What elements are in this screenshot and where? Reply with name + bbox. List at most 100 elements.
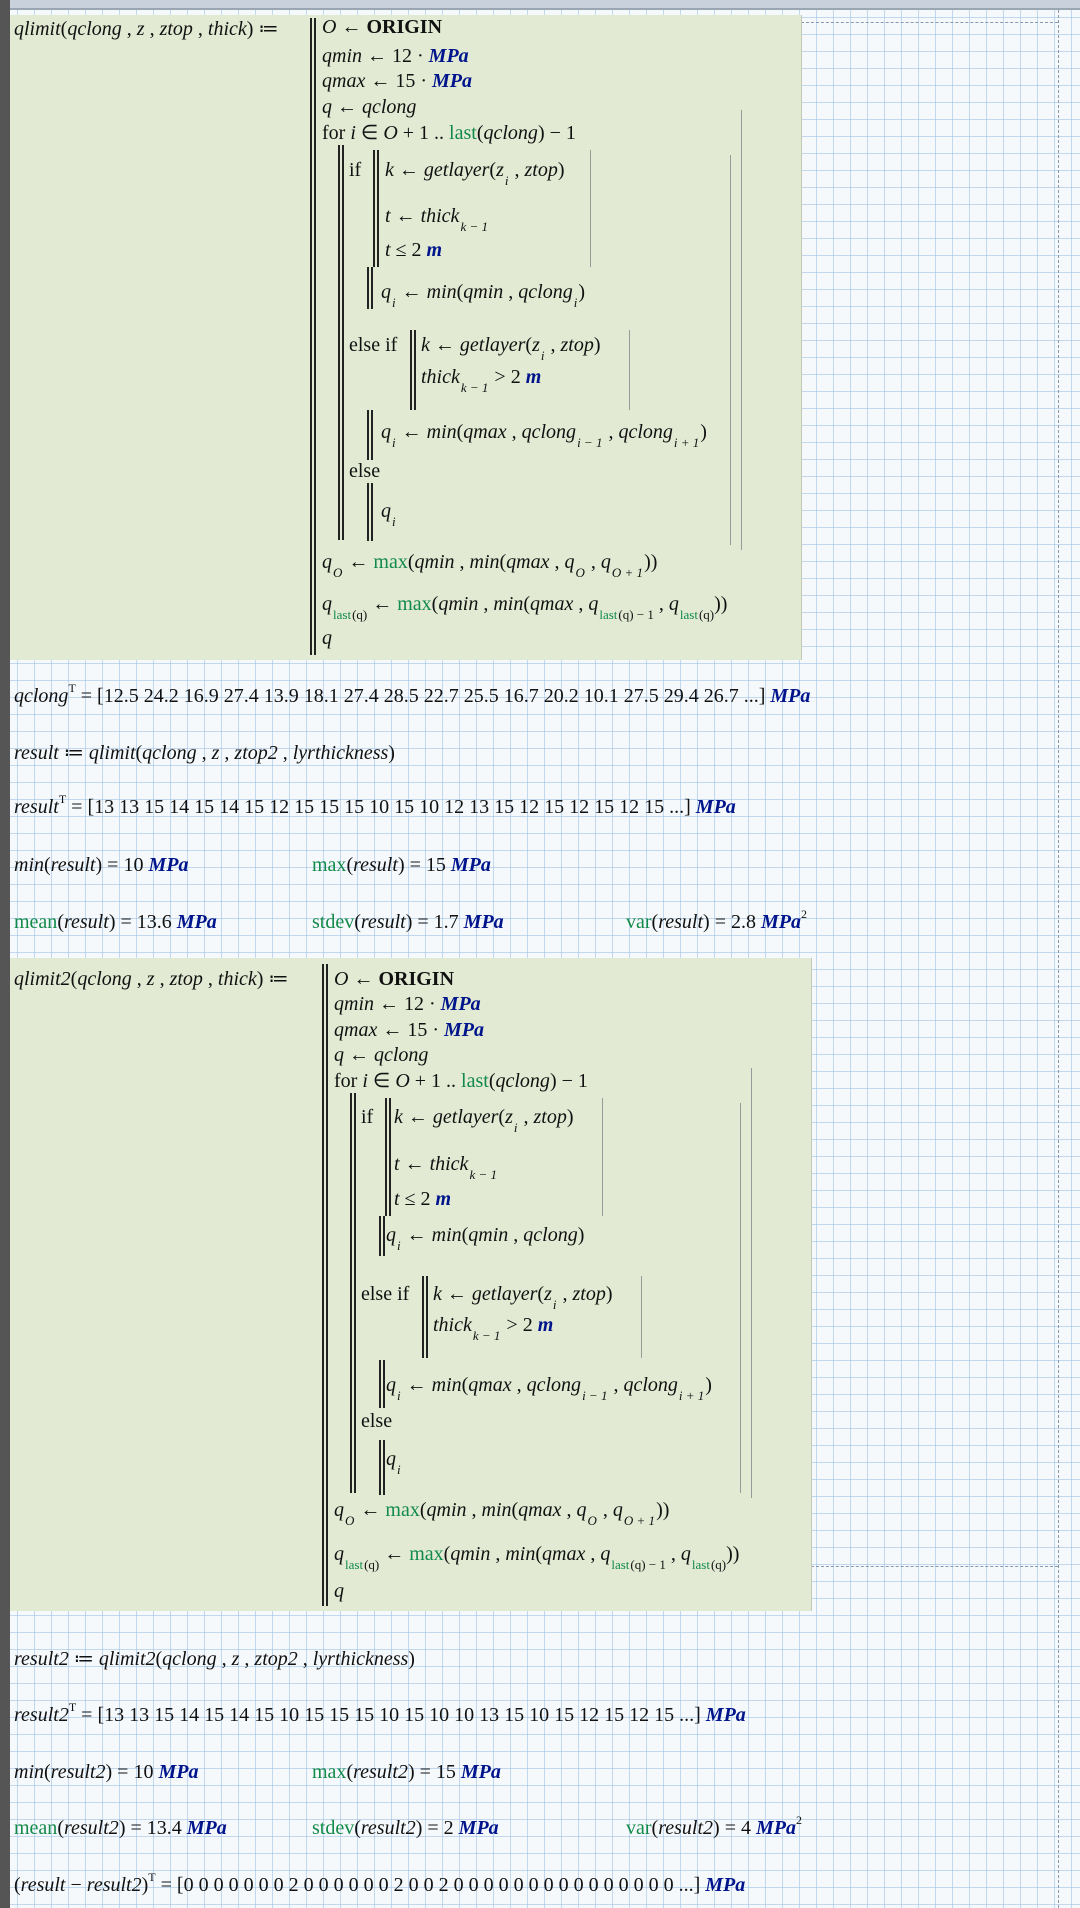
- math-token: ): [557, 159, 565, 181]
- math-token: (q): [352, 607, 368, 622]
- math-token: ,: [561, 1499, 577, 1521]
- result-max-output[interactable]: max(result) = 15 MPa: [312, 852, 491, 878]
- for-loop-line: for i ∈ O + 1 .. last(qclong) − 1: [322, 120, 576, 146]
- math-token: T: [68, 681, 76, 695]
- math-token: )): [656, 1499, 670, 1521]
- math-token: ,: [503, 281, 519, 303]
- math-token: result2: [353, 1761, 408, 1783]
- math-token: result: [20, 1874, 66, 1896]
- math-token: (: [44, 854, 51, 876]
- math-token: O: [345, 1513, 355, 1528]
- math-token: ztop: [159, 18, 193, 40]
- math-token: ) = 1.7: [405, 911, 464, 933]
- builtin-function-name: last: [599, 607, 618, 622]
- math-token: (q): [698, 607, 715, 622]
- math-token: ztop2: [234, 742, 278, 764]
- builtin-function-name: max: [312, 1761, 347, 1783]
- for-bracket-line: [741, 110, 742, 550]
- math-token: q: [381, 500, 391, 522]
- math-token: ,: [585, 551, 601, 573]
- math-token: (: [14, 1874, 21, 1896]
- math-token: i − 1: [577, 435, 603, 450]
- math-token: result2: [50, 1761, 106, 1783]
- math-token: ← 12 ·: [374, 993, 441, 1015]
- difference-transpose-output[interactable]: (result − result2)T = [0 0 0 0 0 0 0 2 0…: [14, 1870, 745, 1898]
- math-token: ): [700, 421, 707, 443]
- unit-label: MPa: [705, 1704, 746, 1726]
- math-token: ,: [508, 1224, 524, 1246]
- math-token: )): [726, 1543, 740, 1565]
- math-token: k: [385, 159, 394, 181]
- math-token: qclong: [77, 968, 132, 990]
- result-mean-output[interactable]: mean(result) = 13.6 MPa: [14, 909, 217, 935]
- math-token: qmax: [468, 1374, 512, 1396]
- math-token: qclong: [14, 685, 69, 707]
- result2-max-output[interactable]: max(result2) = 15 MPa: [312, 1759, 501, 1785]
- program-line: qlast(q) ← max(qmin , min(qmax , qlast(q…: [334, 1541, 740, 1572]
- unit-label: MPa: [428, 45, 469, 67]
- math-token: ): [577, 1224, 585, 1246]
- unit-label: m: [426, 239, 443, 261]
- math-token: ): [705, 1374, 712, 1396]
- result2-definition[interactable]: result2 ≔ qlimit2(qclong , z , ztop2 , l…: [14, 1646, 415, 1672]
- math-token: qmax: [506, 551, 550, 573]
- for-body-bar: [338, 145, 344, 540]
- math-token: i: [392, 514, 396, 529]
- math-token: ← 12 ·: [362, 45, 429, 67]
- program-line: thickk − 1 > 2 m: [421, 364, 541, 395]
- math-token: getlayer: [432, 1106, 499, 1128]
- math-token: > 2: [501, 1314, 538, 1336]
- builtin-function-name: var: [626, 1817, 652, 1839]
- unit-label: MPa: [458, 1817, 499, 1839]
- math-token: q: [600, 1543, 611, 1565]
- result2-transpose-output[interactable]: result2T = [13 13 15 14 15 14 15 10 15 1…: [14, 1700, 746, 1728]
- builtin-function-name: last: [611, 1557, 630, 1572]
- result-var-output[interactable]: var(result) = 2.8 MPa2: [626, 907, 807, 935]
- math-token: qclong: [483, 122, 538, 144]
- elseif-condition-end-line: [641, 1276, 642, 1358]
- math-token: ←: [348, 968, 379, 990]
- function-definition-header: qlimit2(qclong , z , ztop , thick) ≔: [14, 966, 288, 992]
- result2-min-output[interactable]: min(result2) = 10 MPa: [14, 1759, 198, 1785]
- result2-stdev-output[interactable]: stdev(result2) = 2 MPa: [312, 1815, 499, 1841]
- math-token: q: [680, 1543, 691, 1565]
- unit-label: MPa: [761, 911, 801, 933]
- math-token: q: [588, 593, 599, 615]
- math-token: qlimit: [14, 18, 61, 40]
- program-line: t ← thickk − 1: [385, 203, 489, 234]
- math-token: (: [44, 1761, 51, 1783]
- unit-label: MPa: [176, 911, 217, 933]
- math-token: (: [535, 1543, 543, 1565]
- builtin-function-name: last: [449, 122, 477, 144]
- qclong-transpose-output[interactable]: qclongT = [12.5 24.2 16.9 27.4 13.9 18.1…: [14, 681, 810, 709]
- result2-mean-output[interactable]: mean(result2) = 13.4 MPa: [14, 1815, 227, 1841]
- math-token: q: [322, 96, 332, 118]
- result-transpose-output[interactable]: resultT = [13 13 15 14 15 14 15 12 15 15…: [14, 792, 736, 820]
- math-token: ←: [332, 96, 362, 118]
- math-token: (: [419, 1499, 427, 1521]
- math-token: ,: [478, 593, 494, 615]
- math-token: result: [63, 911, 109, 933]
- math-token: min: [431, 1224, 462, 1246]
- result-min-output[interactable]: min(result) = 10 MPa: [14, 852, 188, 878]
- math-token: i: [552, 1297, 557, 1312]
- if-condition-end-line: [590, 150, 591, 267]
- math-token: ,: [573, 593, 589, 615]
- math-token: thick: [429, 1153, 469, 1175]
- math-token: (q) − 1: [618, 607, 654, 622]
- math-token: else if: [349, 334, 398, 356]
- for-bracket-line: [751, 1068, 752, 1498]
- result-definition[interactable]: result ≔ qlimit(qclong , z , ztop2 , lyr…: [14, 740, 395, 766]
- math-token: ,: [196, 742, 212, 764]
- builtin-function-name: stdev: [312, 911, 355, 933]
- math-token: O: [322, 16, 337, 38]
- math-token: O + 1: [611, 565, 644, 580]
- math-token: qclong: [623, 1374, 678, 1396]
- result-stdev-output[interactable]: stdev(result) = 1.7 MPa: [312, 909, 504, 935]
- result2-var-output[interactable]: var(result2) = 4 MPa2: [626, 1813, 802, 1841]
- unit-label: MPa: [695, 796, 736, 818]
- math-token: qmin: [438, 593, 479, 615]
- builtin-function-name: max: [385, 1499, 420, 1521]
- math-token: k: [394, 1106, 403, 1128]
- math-token: min: [431, 1374, 462, 1396]
